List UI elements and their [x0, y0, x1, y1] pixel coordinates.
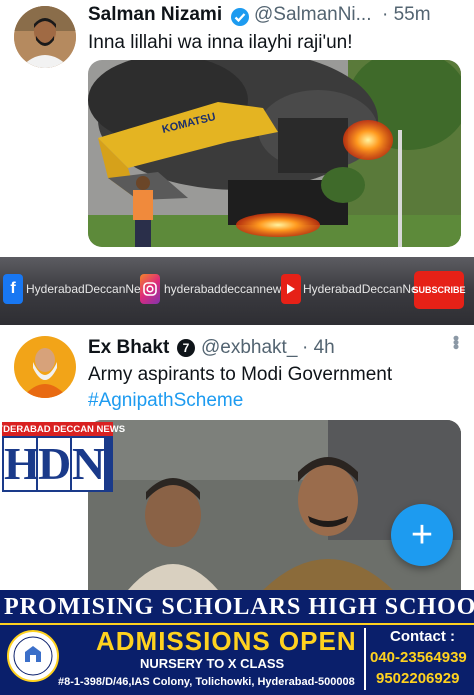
tweet1-timestamp[interactable]: · 55m [382, 4, 431, 26]
ad-contact-label: Contact : [390, 628, 455, 645]
facebook-icon[interactable]: f [3, 274, 23, 304]
hdn-logo-letters: H D N [2, 436, 113, 492]
tweet2-handle[interactable]: @exbhakt_ [201, 337, 297, 359]
avatar-ex-bhakt[interactable] [14, 336, 76, 398]
tweet1-text: Inna lillahi wa inna ilayhi raji'un! [88, 32, 353, 53]
tweet1-handle[interactable]: @SalmanNi... [254, 4, 372, 26]
ad-admissions-open: ADMISSIONS OPEN [96, 626, 357, 656]
avatar-person-image [14, 336, 76, 398]
ad-contact-divider [364, 628, 366, 690]
instagram-handle: hyderabaddeccannews [164, 282, 288, 296]
film-still-photo [88, 420, 461, 590]
ad-address: #8-1-398/D/46,IAS Colony, Tolichowki, Hy… [58, 676, 355, 688]
tweet2-image[interactable] [88, 420, 461, 590]
subscribe-button[interactable]: SUBSCRIBE [412, 271, 466, 309]
badge-seven-icon: 7 [177, 339, 195, 357]
youtube-icon[interactable] [281, 274, 301, 304]
hdn-letter-h: H [4, 438, 40, 490]
more-options-icon[interactable]: ••• [445, 335, 466, 348]
hdn-letter-d: D [38, 438, 72, 490]
hdn-logo-top-text: HYDERABAD DECCAN NEWS [0, 422, 126, 436]
ad-phone-2[interactable]: 9502206929 [376, 670, 459, 687]
social-links-banner: f HyderabadDeccanNews hyderabaddeccannew… [0, 257, 474, 325]
tweet1-image[interactable]: KOMATSU [88, 60, 461, 247]
fab-label: + [410, 513, 434, 556]
facebook-handle: HyderabadDeccanNews [26, 282, 156, 296]
ad-classes: NURSERY TO X CLASS [140, 656, 285, 671]
badge-number: 7 [182, 341, 190, 355]
school-logo [7, 630, 59, 682]
avatar-person-image [14, 6, 76, 68]
hdn-letter-n: N [72, 438, 106, 490]
subscribe-label: SUBSCRIBE [412, 285, 466, 295]
avatar-salman-nizami[interactable] [14, 6, 76, 68]
excavator-fire-photo: KOMATSU [88, 60, 461, 247]
ad-divider [0, 623, 474, 625]
tweet2-hashtag[interactable]: #AgnipathScheme [88, 390, 243, 412]
ad-school-name: PROMISING SCHOLARS HIGH SCHOOL [4, 594, 474, 620]
tweet2-text: Army aspirants to Modi Government [88, 364, 393, 385]
tweet2-author-name[interactable]: Ex Bhakt [88, 337, 169, 359]
tweet1-author-name[interactable]: Salman Nizami [88, 4, 222, 26]
school-ad-banner[interactable]: PROMISING SCHOLARS HIGH SCHOOL ADMISSION… [0, 590, 474, 695]
tweet2-timestamp[interactable]: · 4h [302, 337, 335, 359]
hdn-logo: HYDERABAD DECCAN NEWS H D N [0, 422, 126, 492]
ad-phone-1[interactable]: 040-23564939 [370, 649, 467, 666]
verified-badge-icon [230, 7, 250, 32]
instagram-icon[interactable] [140, 274, 160, 304]
compose-plus-icon[interactable]: + [391, 504, 453, 566]
